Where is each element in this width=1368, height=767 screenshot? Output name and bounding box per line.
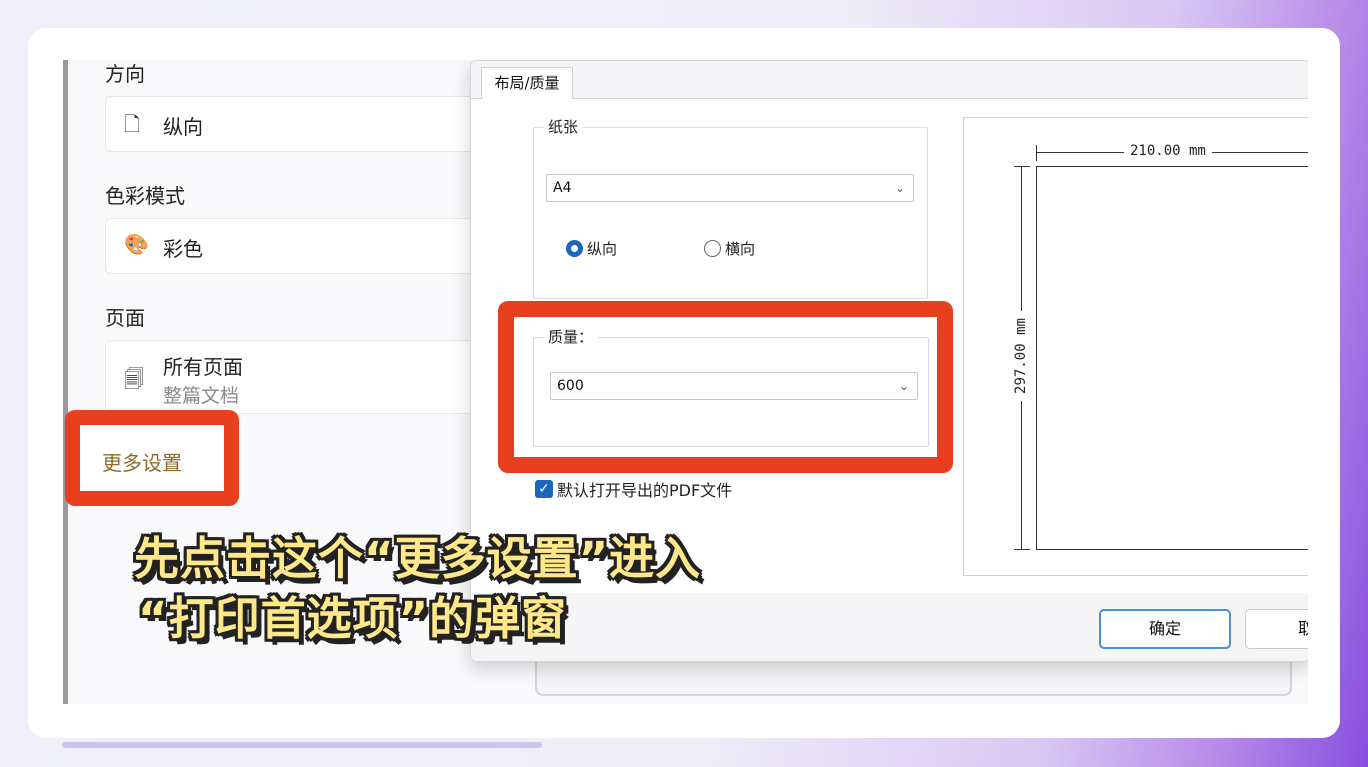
orientation-label: 方向 — [105, 62, 145, 86]
document-icon: 🗋 — [124, 112, 141, 136]
chevron-down-icon: ⌄ — [894, 181, 905, 195]
color-mode-label: 色彩模式 — [105, 184, 185, 208]
open-pdf-checkbox[interactable]: ✓ 默认打开导出的PDF文件 — [535, 477, 732, 501]
height-dimension-tick — [1014, 549, 1030, 550]
paper-group: 纸张 A4 ⌄ 纵向 横向 — [533, 116, 928, 299]
color-mode-select[interactable]: 🎨 彩色 ⌄ — [105, 218, 485, 274]
window-edge — [63, 60, 68, 704]
portrait-label: 纵向 — [587, 240, 618, 258]
pages-subvalue: 整篇文档 — [163, 385, 240, 407]
pages-select[interactable]: 🗐 所有页面 整篇文档 ⌄ — [105, 340, 485, 414]
pages-label: 页面 — [105, 306, 145, 330]
tab-layout-quality[interactable]: 布局/质量 — [481, 67, 573, 99]
ok-button[interactable]: 确定 — [1099, 609, 1231, 649]
paper-size-select[interactable]: A4 ⌄ — [546, 174, 914, 202]
paper-size-value: A4 — [553, 180, 572, 196]
landscape-label: 横向 — [725, 240, 756, 258]
subtitle-line-2: “打印首选项”的弹窗 — [138, 592, 568, 645]
width-dimension-label: 210.00 mm — [1124, 143, 1212, 159]
checkmark-icon: ✓ — [535, 480, 553, 498]
pages-value: 所有页面 — [163, 355, 243, 379]
landscape-radio[interactable]: 横向 — [704, 238, 755, 259]
video-progress-bar[interactable] — [62, 742, 542, 748]
more-settings-link[interactable]: 更多设置 — [102, 447, 182, 476]
paper-group-label: 纸张 — [544, 116, 583, 137]
height-dimension-tick — [1014, 166, 1030, 167]
orientation-select[interactable]: 🗋 纵向 ⌄ — [105, 96, 485, 152]
radio-unselected-icon — [704, 240, 721, 257]
subtitle-line-1: 先点击这个“更多设置”进入 — [134, 532, 702, 585]
width-dimension-tick — [1036, 145, 1037, 161]
portrait-radio[interactable]: 纵向 — [566, 238, 617, 259]
palette-icon: 🎨 — [124, 232, 149, 256]
open-pdf-label: 默认打开导出的PDF文件 — [557, 481, 733, 500]
orientation-value: 纵向 — [163, 115, 203, 139]
background-panel — [535, 660, 1292, 696]
cancel-button[interactable]: 取 — [1245, 609, 1308, 649]
paper-outline — [1036, 166, 1308, 550]
pages-icon: 🗐 — [124, 367, 144, 391]
radio-selected-icon — [566, 240, 583, 257]
height-dimension-label: 297.00 mm — [1013, 311, 1029, 401]
color-mode-value: 彩色 — [163, 237, 203, 261]
quality-highlight — [498, 301, 953, 473]
paper-preview: 210.00 mm 297.00 mm — [963, 117, 1308, 576]
more-settings-highlight: 更多设置 — [65, 410, 239, 506]
